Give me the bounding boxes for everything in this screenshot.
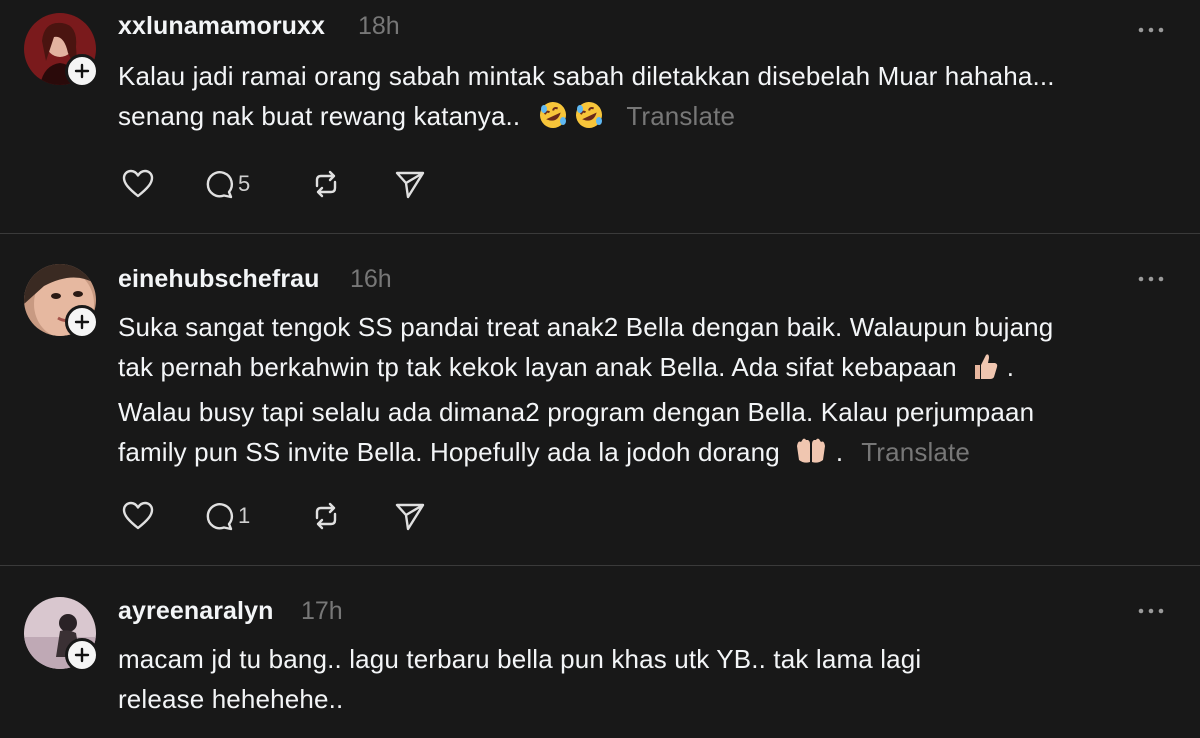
repost-button[interactable] <box>308 496 344 536</box>
comment-post: einehubschefrau 16h Suka sangat tengok S… <box>0 235 1200 566</box>
reply-count: 1 <box>238 503 251 528</box>
comment-line-wrap: tak pernah berkahwin tp tak kekok layan … <box>118 347 1178 392</box>
comment-line: tak pernah berkahwin tp tak kekok layan … <box>118 352 957 382</box>
timestamp[interactable]: 18h <box>358 12 400 41</box>
translate-link[interactable]: Translate <box>626 101 735 131</box>
follow-plus-button[interactable] <box>65 305 99 339</box>
comment-text: Suka sangat tengok SS pandai treat anak2… <box>118 307 1178 477</box>
reply-count: 5 <box>238 171 251 196</box>
comment-post: xxlunamamoruxx 18h Kalau jadi ramai oran… <box>0 0 1200 234</box>
comment-line: family pun SS invite Bella. Hopefully ad… <box>118 437 780 467</box>
comment-line: macam jd tu bang.. lagu terbaru bella pu… <box>118 644 922 674</box>
thumbs-up-emoji <box>971 351 999 392</box>
more-options-button[interactable] <box>1136 20 1166 40</box>
comment-line-suffix: . <box>1006 352 1015 382</box>
heart-icon <box>122 501 154 530</box>
more-dots-icon <box>1138 27 1164 33</box>
comment-line: Kalau jadi ramai orang sabah mintak saba… <box>118 61 1055 91</box>
username[interactable]: ayreenaralyn <box>118 597 273 626</box>
comment-line-suffix: . <box>835 437 844 467</box>
heart-icon <box>122 169 154 198</box>
repost-button[interactable] <box>308 164 344 204</box>
rolling-laughing-emoji <box>574 100 604 141</box>
avatar-container[interactable] <box>24 13 99 88</box>
timestamp[interactable]: 16h <box>350 265 392 294</box>
username[interactable]: xxlunamamoruxx <box>118 12 325 41</box>
repost-icon <box>315 502 337 530</box>
send-icon <box>395 171 425 199</box>
follow-plus-button[interactable] <box>65 54 99 88</box>
more-options-button[interactable] <box>1136 601 1166 621</box>
timestamp[interactable]: 17h <box>301 597 343 626</box>
rolling-laughing-emoji <box>538 100 568 141</box>
more-dots-icon <box>1138 608 1164 614</box>
avatar-container[interactable] <box>24 264 99 339</box>
more-dots-icon <box>1138 276 1164 282</box>
plus-icon <box>74 647 90 663</box>
comment-icon <box>206 503 234 531</box>
translate-link[interactable]: Translate <box>861 437 970 467</box>
comment-post: ayreenaralyn 17h macam jd tu bang.. lagu… <box>0 567 1200 738</box>
avatar-container[interactable] <box>24 597 99 672</box>
comment-text: Kalau jadi ramai orang sabah mintak saba… <box>118 56 1178 141</box>
comment-line-wrap: family pun SS invite Bella. Hopefully ad… <box>118 432 1178 477</box>
repost-icon <box>315 170 337 198</box>
comment-line: Walau busy tapi selalu ada dimana2 progr… <box>118 397 1035 427</box>
comment-line: Suka sangat tengok SS pandai treat anak2… <box>118 312 1054 342</box>
like-button[interactable] <box>120 496 156 536</box>
comment-text: macam jd tu bang.. lagu terbaru bella pu… <box>118 639 1178 719</box>
like-button[interactable] <box>120 164 156 204</box>
follow-plus-button[interactable] <box>65 638 99 672</box>
reply-button[interactable]: 1 <box>202 496 250 536</box>
plus-icon <box>74 63 90 79</box>
comment-line: senang nak buat rewang katanya.. <box>118 101 521 131</box>
plus-icon <box>74 314 90 330</box>
comment-line: release hehehehe.. <box>118 684 344 714</box>
comment-icon <box>206 171 234 199</box>
username[interactable]: einehubschefrau <box>118 265 320 294</box>
more-options-button[interactable] <box>1136 269 1166 289</box>
share-button[interactable] <box>392 496 428 536</box>
comment-line-wrap: senang nak buat rewang katanya.. Translat… <box>118 96 1178 141</box>
reply-button[interactable]: 5 <box>202 164 250 204</box>
send-icon <box>395 503 425 531</box>
share-button[interactable] <box>392 164 428 204</box>
open-hands-emoji <box>794 436 828 477</box>
